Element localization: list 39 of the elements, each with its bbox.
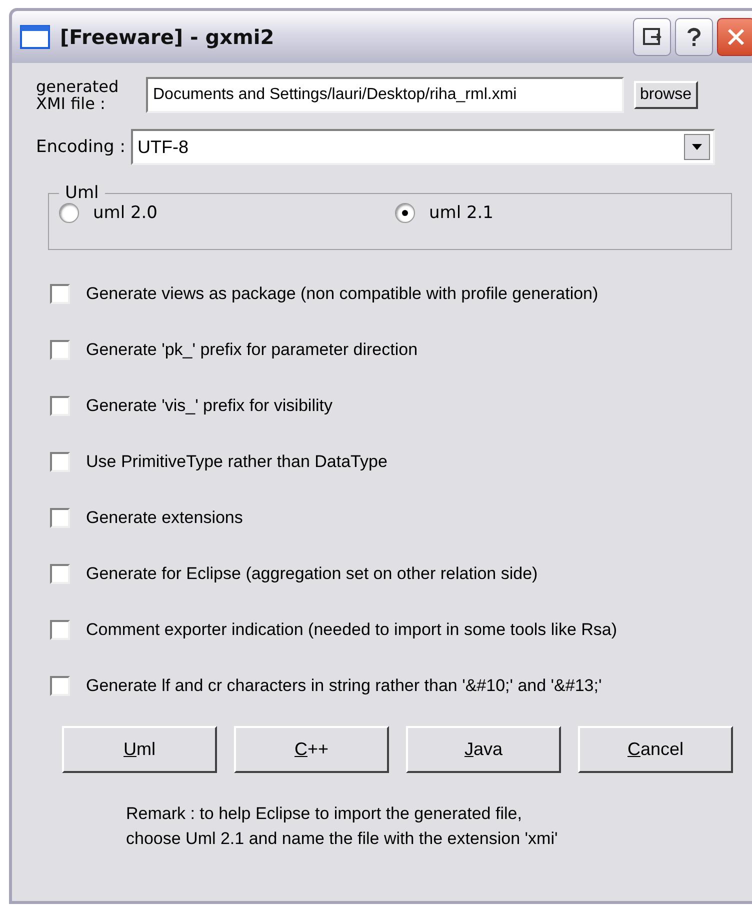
radio-label: uml 2.1 (429, 203, 494, 223)
checkbox-label: Generate lf and cr characters in string rather than '&#10;' and '&#13;' (86, 676, 602, 696)
field-label: Encoding : (36, 137, 126, 157)
radio-button[interactable] (395, 203, 415, 223)
remark-text: Remark : to help Eclipse to import the generated file, (126, 803, 523, 825)
restore-icon (641, 26, 663, 48)
checkbox-label: Comment exporter indication (needed to import in some tools like Rsa) (86, 620, 618, 640)
checkbox-label: Generate extensions (86, 508, 243, 528)
window-title: [Freeware] - gxmi2 (60, 25, 276, 49)
checkbox[interactable] (50, 676, 70, 696)
checkbox[interactable] (50, 340, 70, 360)
checkbox[interactable] (50, 396, 70, 416)
checkbox-label: Generate views as package (non compatible with profile generation) (86, 284, 598, 304)
group-title: Uml (64, 183, 100, 203)
checkbox-label: Use PrimitiveType rather than DataType (86, 452, 388, 472)
checkbox[interactable] (50, 564, 70, 584)
action-button[interactable]: Uml (62, 726, 217, 773)
checkbox-label: Generate for Eclipse (aggregation set on other relation side) (86, 564, 538, 584)
action-button[interactable]: Cancel (578, 726, 733, 773)
checkbox[interactable] (50, 620, 70, 640)
encoding-dropdown[interactable]: UTF-8 (131, 129, 716, 165)
close-button[interactable] (717, 18, 752, 56)
restore-button[interactable] (633, 18, 671, 56)
radio-label: uml 2.0 (93, 203, 158, 223)
browse-button[interactable]: browse (634, 81, 698, 109)
checkbox-label: Generate 'pk_' prefix for parameter direction (86, 340, 418, 360)
radio-button[interactable] (59, 203, 79, 223)
remark-text: choose Uml 2.1 and name the file with the extension 'xmi' (126, 828, 559, 850)
help-button[interactable] (675, 18, 713, 56)
action-button[interactable]: C++ (234, 726, 389, 773)
file-path-field[interactable]: Documents and Settings/lauri/Desktop/riha_rml.xmi (146, 77, 624, 113)
close-icon (725, 26, 747, 48)
field-label: generated XMI file : (36, 78, 120, 112)
checkbox[interactable] (50, 284, 70, 304)
window-icon (20, 25, 50, 49)
checkbox-label: Generate 'vis_' prefix for visibility (86, 396, 332, 416)
checkbox[interactable] (50, 508, 70, 528)
checkbox[interactable] (50, 452, 70, 472)
action-button[interactable]: Java (406, 726, 561, 773)
